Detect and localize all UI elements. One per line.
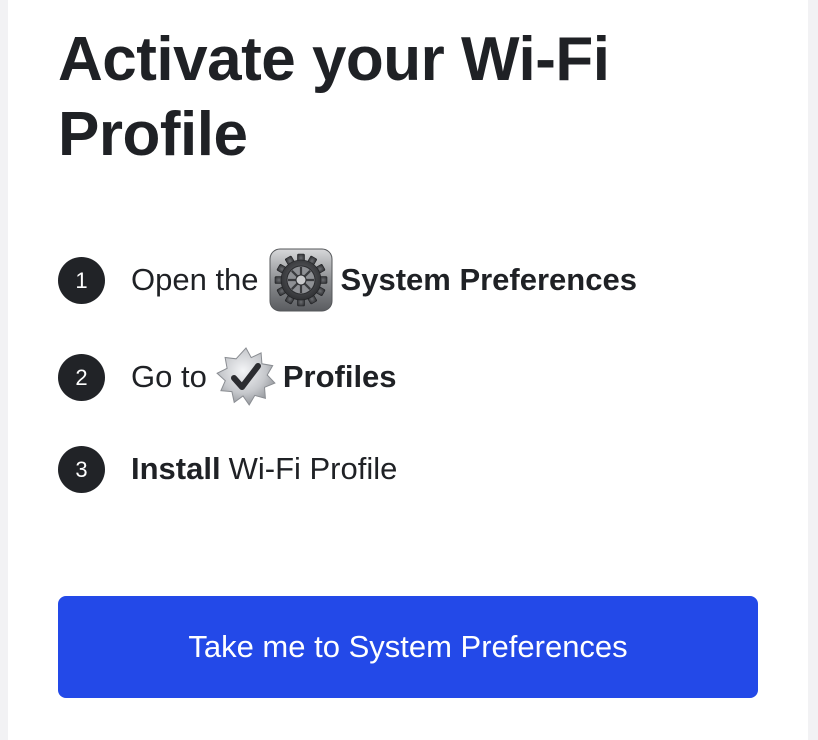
profiles-badge-icon — [216, 347, 276, 406]
step-3-bold: Install — [131, 451, 221, 486]
step-1-bold: System Preferences — [340, 262, 637, 297]
step-3-suffix: Wi-Fi Profile — [228, 451, 398, 486]
step-3: 3 Install Wi-Fi Profile — [58, 441, 397, 497]
page-title: Activate your Wi-Fi Profile — [58, 25, 610, 169]
system-preferences-icon — [269, 248, 333, 312]
step-3-text: Install Wi-Fi Profile — [131, 451, 397, 487]
step-1-prefix: Open the — [131, 262, 259, 297]
open-system-preferences-button[interactable]: Take me to System Preferences — [58, 596, 758, 698]
activation-panel: Activate your Wi-Fi Profile 1 Open the S… — [8, 0, 808, 740]
step-2-text: Go to Profiles — [131, 346, 397, 408]
step-number-3: 3 — [58, 445, 105, 493]
step-2: 2 Go to Profiles — [58, 346, 397, 408]
step-2-prefix: Go to — [131, 359, 207, 394]
step-2-bold: Profiles — [282, 359, 397, 394]
step-number-2: 2 — [58, 353, 105, 401]
step-1-text: Open the System Preferences — [131, 248, 637, 312]
step-number-1: 1 — [58, 256, 105, 304]
step-1: 1 Open the System Preferences — [58, 248, 637, 312]
